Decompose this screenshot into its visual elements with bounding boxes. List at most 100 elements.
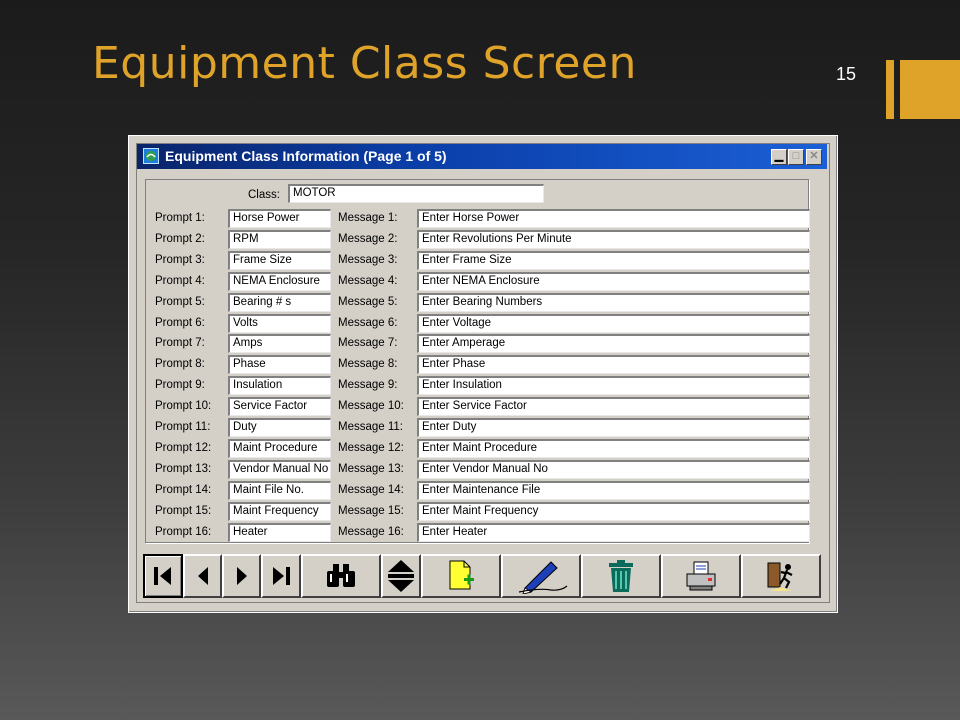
message-field[interactable]: Enter Maintenance File xyxy=(417,480,810,500)
delete-record-button[interactable] xyxy=(581,554,661,598)
first-record-button[interactable] xyxy=(143,554,183,598)
previous-record-icon xyxy=(197,567,208,585)
next-record-icon xyxy=(236,567,247,585)
prompt-label: Prompt 6: xyxy=(155,316,205,329)
prompt-label: Prompt 13: xyxy=(155,462,212,475)
window-titlebar[interactable]: Equipment Class Information (Page 1 of 5… xyxy=(137,144,827,169)
prompt-field[interactable]: Maint Frequency xyxy=(228,501,331,521)
message-label: Message 15: xyxy=(338,504,404,517)
message-field[interactable]: Enter Phase xyxy=(417,355,810,375)
class-label: Class: xyxy=(248,189,280,201)
equipment-class-window: Equipment Class Information (Page 1 of 5… xyxy=(128,135,838,613)
prompt-label: Prompt 11: xyxy=(155,421,211,433)
prompt-label: Prompt 12: xyxy=(155,441,212,454)
close-button[interactable]: ✕ xyxy=(806,149,822,165)
prompt-field[interactable]: Frame Size xyxy=(228,250,331,270)
prompt-label: Prompt 3: xyxy=(155,253,205,266)
message-label: Message 10: xyxy=(338,400,404,413)
message-field[interactable]: Enter Maint Frequency xyxy=(417,501,810,521)
message-label: Message 9: xyxy=(338,379,398,392)
prompt-label: Prompt 8: xyxy=(155,358,205,371)
prompt-label: Prompt 16: xyxy=(155,525,212,538)
prompt-field[interactable]: Service Factor xyxy=(228,397,331,417)
binoculars-icon xyxy=(327,564,355,587)
message-label: Message 4: xyxy=(338,274,398,287)
window-title: Equipment Class Information (Page 1 of 5… xyxy=(165,148,447,164)
message-label: Message 14: xyxy=(338,483,404,496)
record-toolbar xyxy=(143,554,825,598)
last-record-icon xyxy=(273,567,290,585)
prompt-field[interactable]: Duty xyxy=(228,418,331,437)
prompt-field[interactable]: Heater xyxy=(228,522,331,542)
message-field[interactable]: Enter Heater xyxy=(417,522,810,542)
prompt-field[interactable]: Amps xyxy=(228,334,331,354)
message-field[interactable]: Enter Service Factor xyxy=(417,397,810,417)
message-field[interactable]: Enter NEMA Enclosure xyxy=(417,271,810,291)
prompt-label: Prompt 10: xyxy=(155,400,212,413)
next-record-button[interactable] xyxy=(222,554,261,598)
maximize-button[interactable]: □ xyxy=(788,149,804,165)
message-label: Message 16: xyxy=(338,525,404,538)
message-label: Message 11: xyxy=(338,421,403,433)
message-field[interactable]: Enter Amperage xyxy=(417,334,810,354)
printer-icon xyxy=(686,561,716,591)
first-record-icon xyxy=(154,567,171,585)
message-field[interactable]: Enter Maint Procedure xyxy=(417,438,810,458)
scroll-page-button[interactable] xyxy=(381,554,421,598)
prompt-label: Prompt 1: xyxy=(155,212,205,224)
message-label: Message 1: xyxy=(338,212,398,224)
message-label: Message 7: xyxy=(338,337,398,350)
exit-button[interactable] xyxy=(741,554,821,598)
prompt-label: Prompt 7: xyxy=(155,337,205,350)
previous-record-button[interactable] xyxy=(183,554,222,598)
prompt-field[interactable]: Phase xyxy=(228,355,331,375)
message-label: Message 3: xyxy=(338,253,398,266)
message-label: Message 6: xyxy=(338,316,398,329)
pen-icon xyxy=(518,561,568,594)
message-field[interactable]: Enter Horse Power xyxy=(417,209,810,228)
accent-bar-thin xyxy=(886,60,894,119)
accent-bar-thick xyxy=(900,60,960,119)
minimize-button[interactable]: ▁ xyxy=(771,149,787,165)
class-field[interactable]: MOTOR xyxy=(288,184,544,203)
slide-title: Equipment Class Screen xyxy=(92,38,637,89)
message-field[interactable]: Enter Voltage xyxy=(417,313,810,333)
prompt-field[interactable]: Horse Power xyxy=(228,209,331,228)
prompt-field[interactable]: Maint File No. xyxy=(228,480,331,500)
trash-can-icon xyxy=(609,560,633,592)
message-label: Message 5: xyxy=(338,295,398,308)
slide-number: 15 xyxy=(835,64,857,84)
message-field[interactable]: Enter Insulation xyxy=(417,376,810,396)
prompt-field[interactable]: RPM xyxy=(228,229,331,249)
prompt-field[interactable]: NEMA Enclosure xyxy=(228,271,331,291)
prompt-label: Prompt 14: xyxy=(155,483,212,496)
app-icon xyxy=(143,148,159,164)
prompt-field[interactable]: Volts xyxy=(228,313,331,333)
prompt-field[interactable]: Bearing # s xyxy=(228,292,331,312)
message-label: Message 12: xyxy=(338,441,404,454)
exit-door-icon xyxy=(767,562,793,591)
message-field[interactable]: Enter Vendor Manual No xyxy=(417,459,810,479)
prompt-field[interactable]: Maint Procedure xyxy=(228,438,331,458)
find-button[interactable] xyxy=(301,554,381,598)
up-down-arrows-icon xyxy=(388,560,414,592)
prompt-label: Prompt 4: xyxy=(155,274,205,287)
print-button[interactable] xyxy=(661,554,741,598)
message-field[interactable]: Enter Duty xyxy=(417,418,810,437)
message-field[interactable]: Enter Frame Size xyxy=(417,250,810,270)
prompt-label: Prompt 5: xyxy=(155,295,205,308)
edit-record-button[interactable] xyxy=(501,554,581,598)
prompt-label: Prompt 2: xyxy=(155,232,205,245)
message-label: Message 13: xyxy=(338,462,404,475)
prompt-field[interactable]: Insulation xyxy=(228,376,331,396)
message-label: Message 2: xyxy=(338,232,398,245)
last-record-button[interactable] xyxy=(261,554,301,598)
prompt-label: Prompt 9: xyxy=(155,379,205,392)
message-label: Message 8: xyxy=(338,358,398,371)
new-record-button[interactable] xyxy=(421,554,501,598)
prompt-label: Prompt 15: xyxy=(155,504,212,517)
new-document-icon xyxy=(449,560,474,590)
message-field[interactable]: Enter Bearing Numbers xyxy=(417,292,810,312)
message-field[interactable]: Enter Revolutions Per Minute xyxy=(417,229,810,249)
prompt-field[interactable]: Vendor Manual No xyxy=(228,459,331,479)
